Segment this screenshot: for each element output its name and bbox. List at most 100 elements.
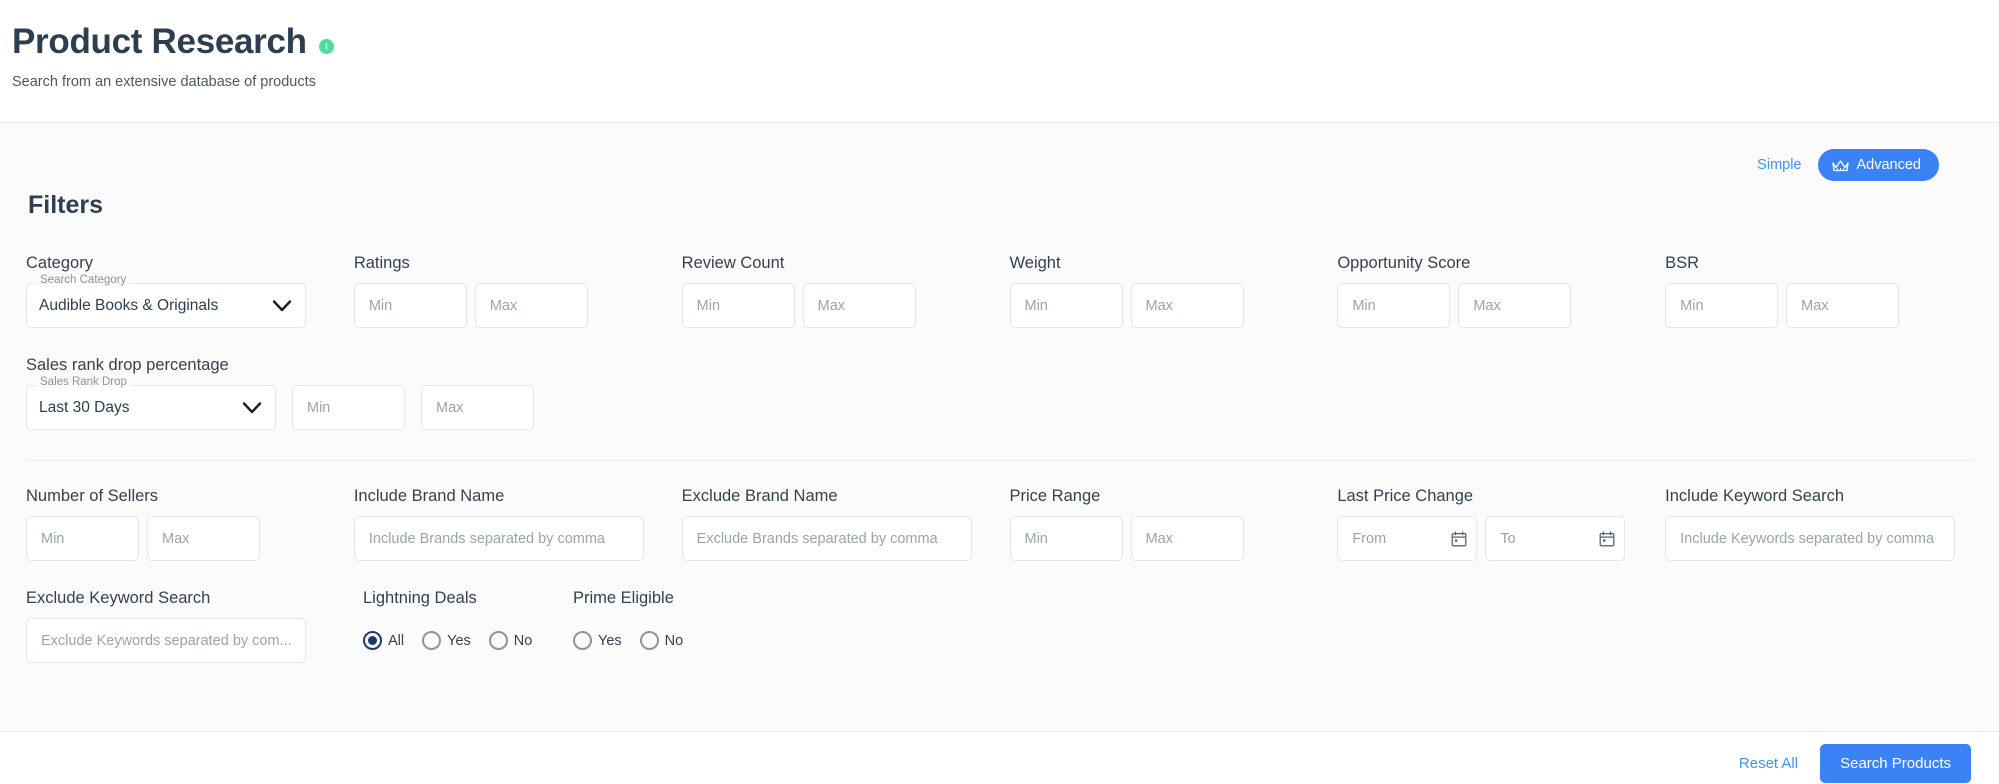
review-count-min-input[interactable] — [681, 283, 795, 328]
mode-toggle-row: Simple Advanced — [0, 123, 1999, 181]
lightning-deals-option-yes[interactable]: Yes — [422, 631, 471, 650]
crown-icon — [1831, 159, 1849, 172]
include-brand-input[interactable] — [353, 516, 644, 561]
opportunity-score-label: Opportunity Score — [1337, 254, 1471, 272]
sales-rank-drop-label: Sales rank drop percentage — [26, 356, 229, 374]
last-price-change-from-input[interactable] — [1337, 516, 1478, 561]
weight-min-input[interactable] — [1009, 283, 1123, 328]
filter-group-lightning-deals: Lightning Deals All Yes No — [363, 589, 573, 663]
page-title: Product Research — [12, 22, 307, 61]
review-count-max-input[interactable] — [802, 283, 916, 328]
last-price-change-from-field — [1337, 516, 1478, 561]
price-range-max-input[interactable] — [1130, 516, 1244, 561]
opportunity-score-inputs — [1337, 283, 1645, 328]
exclude-brand-label: Exclude Brand Name — [681, 487, 838, 505]
advanced-mode-label: Advanced — [1856, 157, 1922, 173]
lightning-deals-option-no-label: No — [513, 632, 533, 649]
radio-icon-checked[interactable] — [363, 631, 382, 650]
bsr-inputs — [1665, 283, 1973, 328]
number-of-sellers-min-input[interactable] — [26, 516, 139, 561]
sales-rank-drop-max-input[interactable] — [421, 385, 534, 430]
filters-footer: Reset All Search Products — [0, 732, 1999, 784]
filter-group-weight: Weight — [1009, 254, 1318, 328]
category-floating-label: Search Category — [36, 274, 131, 286]
sales-rank-drop-min-input[interactable] — [292, 385, 405, 430]
lightning-deals-option-no[interactable]: No — [488, 631, 533, 650]
sales-rank-drop-select[interactable]: Last 30 Days — [26, 385, 276, 430]
filter-group-opportunity-score: Opportunity Score — [1337, 254, 1645, 328]
category-label: Category — [26, 254, 93, 272]
sales-rank-drop-fields: Sales Rank Drop Last 30 Days — [26, 376, 1973, 430]
filter-group-exclude-keyword: Exclude Keyword Search — [26, 589, 363, 663]
filter-group-review-count: Review Count — [681, 254, 990, 328]
exclude-brand-input[interactable] — [681, 516, 972, 561]
category-select[interactable]: Audible Books & Originals — [26, 283, 306, 328]
number-of-sellers-max-input[interactable] — [147, 516, 260, 561]
ratings-max-input[interactable] — [474, 283, 588, 328]
price-range-inputs — [1009, 516, 1318, 561]
bsr-min-input[interactable] — [1665, 283, 1779, 328]
ratings-min-input[interactable] — [353, 283, 467, 328]
filter-group-number-of-sellers: Number of Sellers — [26, 487, 334, 561]
filter-group-bsr: BSR — [1665, 254, 1973, 328]
include-keyword-input[interactable] — [1665, 516, 1956, 561]
filters-row-1: Category Search Category Audible Books &… — [26, 254, 1973, 328]
review-count-label: Review Count — [681, 254, 785, 272]
prime-eligible-option-no-label: No — [664, 632, 684, 649]
number-of-sellers-inputs — [26, 516, 334, 561]
filter-group-include-keyword: Include Keyword Search — [1665, 487, 1973, 561]
lightning-deals-radio-group: All Yes No — [363, 618, 573, 663]
review-count-inputs — [681, 283, 990, 328]
filter-group-price-range: Price Range — [1009, 487, 1318, 561]
filters-row-3: Number of Sellers Include Brand Name Exc… — [26, 461, 1973, 561]
last-price-change-to-field — [1485, 516, 1626, 561]
filter-group-category: Category Search Category Audible Books &… — [26, 254, 334, 328]
prime-eligible-label: Prime Eligible — [573, 589, 674, 607]
radio-icon[interactable] — [422, 631, 442, 650]
simple-mode-link[interactable]: Simple — [1757, 157, 1801, 173]
lightning-deals-option-all-label: All — [388, 632, 405, 649]
price-range-label: Price Range — [1009, 487, 1101, 505]
filter-group-exclude-brand: Exclude Brand Name — [681, 487, 990, 561]
bsr-label: BSR — [1665, 254, 1700, 272]
price-range-min-input[interactable] — [1009, 516, 1123, 561]
last-price-change-label: Last Price Change — [1337, 487, 1474, 505]
filters-row-4: Exclude Keyword Search Lightning Deals A… — [26, 561, 1973, 663]
radio-icon[interactable] — [488, 631, 508, 650]
lightning-deals-option-yes-label: Yes — [447, 632, 471, 649]
radio-icon[interactable] — [639, 631, 659, 650]
filter-group-ratings: Ratings — [353, 254, 662, 328]
info-circle-icon[interactable] — [318, 38, 334, 54]
advanced-mode-button[interactable]: Advanced — [1817, 149, 1939, 181]
reset-all-button[interactable]: Reset All — [1739, 755, 1798, 772]
last-price-change-to-input[interactable] — [1485, 516, 1626, 561]
page-subtitle: Search from an extensive database of pro… — [12, 74, 316, 91]
search-products-button[interactable]: Search Products — [1820, 743, 1971, 783]
include-keyword-label: Include Keyword Search — [1665, 487, 1845, 505]
title-row: Product Research — [12, 22, 1999, 62]
lightning-deals-option-all[interactable]: All — [363, 631, 404, 650]
exclude-keyword-label: Exclude Keyword Search — [26, 589, 211, 607]
filter-group-prime-eligible: Prime Eligible Yes No — [573, 589, 783, 663]
opportunity-score-max-input[interactable] — [1458, 283, 1572, 328]
filter-group-include-brand: Include Brand Name — [353, 487, 662, 561]
weight-label: Weight — [1009, 254, 1061, 272]
filter-group-sales-rank-drop: Sales rank drop percentage Sales Rank Dr… — [26, 356, 1973, 430]
ratings-inputs — [353, 283, 662, 328]
last-price-change-inputs — [1337, 516, 1645, 561]
page-header: Product Research Search from an extensiv… — [0, 0, 1999, 122]
ratings-label: Ratings — [353, 254, 410, 272]
weight-max-input[interactable] — [1130, 283, 1244, 328]
category-select-wrap: Search Category Audible Books & Original… — [26, 274, 306, 328]
weight-inputs — [1009, 283, 1318, 328]
prime-eligible-option-no[interactable]: No — [639, 631, 684, 650]
prime-eligible-radio-group: Yes No — [573, 618, 783, 663]
opportunity-score-min-input[interactable] — [1337, 283, 1451, 328]
prime-eligible-option-yes[interactable]: Yes — [573, 631, 622, 650]
filter-group-last-price-change: Last Price Change — [1337, 487, 1645, 561]
bsr-max-input[interactable] — [1786, 283, 1900, 328]
filters-body: Category Search Category Audible Books &… — [0, 220, 1999, 663]
filters-card: Simple Advanced Filters Category Search … — [0, 122, 1999, 732]
exclude-keyword-input[interactable] — [26, 618, 306, 663]
radio-icon[interactable] — [573, 631, 592, 650]
